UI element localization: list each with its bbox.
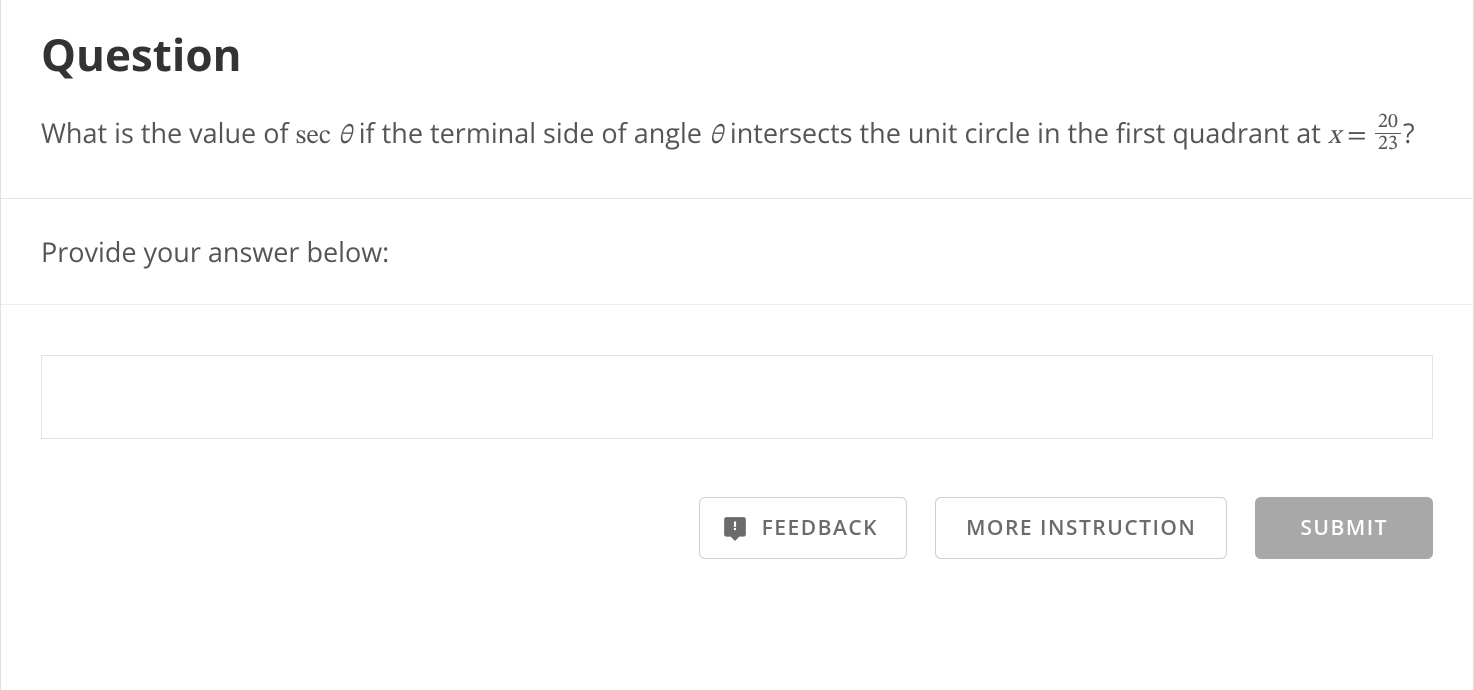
fraction-numerator: 20 <box>1375 112 1401 134</box>
feedback-button[interactable]: FEEDBACK <box>699 497 907 559</box>
sec-label: sec <box>296 123 331 150</box>
more-instruction-label: MORE INSTRUCTION <box>966 514 1196 542</box>
answer-section <box>1 305 1473 459</box>
feedback-icon <box>722 515 748 541</box>
question-text-part: What is the value of <box>41 114 296 151</box>
submit-label: SUBMIT <box>1300 514 1388 542</box>
fraction: 2023 <box>1375 112 1401 156</box>
question-container: Question What is the value of sec θ if t… <box>0 0 1474 690</box>
feedback-label: FEEDBACK <box>762 514 878 542</box>
variable-x: x <box>1328 123 1341 150</box>
more-instruction-button[interactable]: MORE INSTRUCTION <box>935 497 1227 559</box>
theta-symbol: θ <box>338 123 352 150</box>
question-body: What is the value of sec θ if the termin… <box>41 112 1433 158</box>
question-mark: ? <box>1403 114 1415 151</box>
button-row: FEEDBACK MORE INSTRUCTION SUBMIT <box>1 459 1473 569</box>
question-text-part: intersects the unit circle in the first … <box>723 114 1328 151</box>
theta-symbol: θ <box>709 123 723 150</box>
prompt-section: Provide your answer below: <box>1 199 1473 305</box>
equals-sign: = <box>1341 123 1373 150</box>
question-heading: Question <box>41 24 1433 84</box>
answer-input[interactable] <box>41 355 1433 439</box>
question-text-part: if the terminal side of angle <box>352 114 709 151</box>
question-section: Question What is the value of sec θ if t… <box>1 0 1473 199</box>
fraction-denominator: 23 <box>1375 134 1401 155</box>
answer-prompt: Provide your answer below: <box>41 233 1433 270</box>
submit-button[interactable]: SUBMIT <box>1255 497 1433 559</box>
